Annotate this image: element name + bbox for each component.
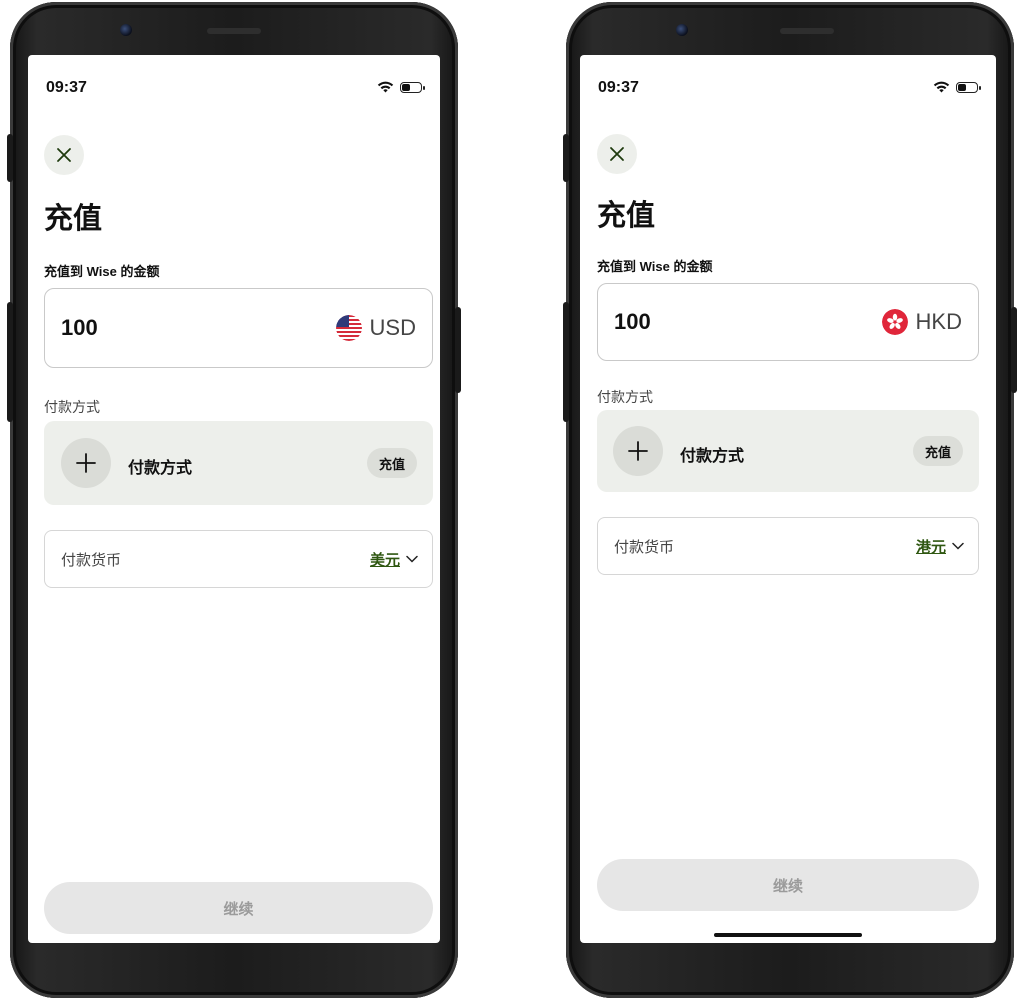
currency-selector[interactable]: USD: [335, 289, 416, 367]
wifi-icon: [377, 81, 394, 93]
add-payment-method-card[interactable]: 付款方式 充值: [597, 410, 979, 492]
close-button[interactable]: [44, 135, 84, 175]
side-button: [7, 134, 13, 182]
page-title: 充值: [44, 203, 103, 235]
add-payment-method-button[interactable]: [613, 426, 663, 476]
add-payment-method-card[interactable]: 付款方式 充值: [44, 421, 433, 505]
battery-icon: [400, 81, 425, 93]
pay-currency-row[interactable]: 付款货币 美元: [44, 530, 433, 588]
payment-method-label: 付款方式: [44, 399, 100, 415]
side-button: [563, 302, 569, 422]
speaker: [780, 28, 834, 34]
status-time: 09:37: [46, 79, 87, 96]
screen: 09:37 充值 充值到 Wise 的金额: [28, 55, 440, 943]
status-icons: [933, 81, 981, 93]
amount-label: 充值到 Wise 的金额: [597, 259, 713, 274]
close-button[interactable]: [597, 134, 637, 174]
phone-left: 09:37 充值 充值到 Wise 的金额 100 USD 付款方式 付款方式 …: [7, 2, 461, 998]
payment-method-label: 付款方式: [597, 389, 653, 405]
status-bar: 09:37: [598, 79, 981, 99]
amount-label: 充值到 Wise 的金额: [44, 264, 160, 279]
amount-input[interactable]: 100 USD: [44, 288, 433, 368]
pay-currency-selector[interactable]: 美元: [370, 531, 418, 587]
topup-badge[interactable]: 充值: [366, 448, 417, 478]
camera: [120, 24, 132, 36]
screen: 09:37 充值 充值到 Wise 的金额: [580, 55, 996, 943]
us-flag-icon: [335, 315, 362, 341]
phone-right: 09:37 充值 充值到 Wise 的金额 100 HKD 付款方式 付款方式 …: [563, 2, 1017, 998]
pay-currency-value[interactable]: 港元: [916, 536, 946, 557]
currency-code: USD: [369, 315, 416, 340]
payment-method-text: 付款方式: [680, 448, 745, 465]
hk-flag-icon: [881, 309, 908, 335]
pay-currency-selector[interactable]: 港元: [916, 518, 964, 574]
speaker: [207, 28, 261, 34]
pay-currency-label: 付款货币: [61, 551, 122, 569]
plus-icon: [76, 453, 96, 473]
amount-input[interactable]: 100 HKD: [597, 283, 979, 361]
pay-currency-label: 付款货币: [614, 538, 675, 556]
pay-currency-row[interactable]: 付款货币 港元: [597, 517, 979, 575]
close-icon: [57, 148, 71, 162]
status-time: 09:37: [598, 79, 639, 96]
continue-button[interactable]: 继续: [44, 882, 433, 934]
status-icons: [377, 81, 425, 93]
battery-level: [958, 83, 966, 91]
stage: 09:37 充值 充值到 Wise 的金额 100 USD 付款方式 付款方式 …: [0, 0, 1024, 1002]
payment-method-text: 付款方式: [128, 460, 193, 477]
topup-badge[interactable]: 充值: [912, 436, 963, 466]
close-icon: [610, 147, 624, 161]
chevron-down-icon: [952, 542, 964, 550]
home-indicator[interactable]: [714, 933, 862, 937]
pay-currency-value[interactable]: 美元: [370, 549, 400, 570]
continue-button[interactable]: 继续: [597, 859, 979, 911]
side-button: [1011, 307, 1017, 393]
camera: [676, 24, 688, 36]
side-button: [455, 307, 461, 393]
page-title: 充值: [597, 200, 656, 232]
amount-value: 100: [614, 309, 651, 334]
add-payment-method-button[interactable]: [61, 438, 111, 488]
plus-icon: [628, 441, 648, 461]
status-bar: 09:37: [46, 79, 425, 99]
currency-selector[interactable]: HKD: [881, 284, 962, 360]
battery-icon: [956, 81, 981, 93]
chevron-down-icon: [406, 555, 418, 563]
side-button: [7, 302, 13, 422]
side-button: [563, 134, 569, 182]
amount-value: 100: [61, 315, 98, 340]
wifi-icon: [933, 81, 950, 93]
currency-code: HKD: [915, 309, 962, 334]
battery-level: [402, 83, 410, 91]
